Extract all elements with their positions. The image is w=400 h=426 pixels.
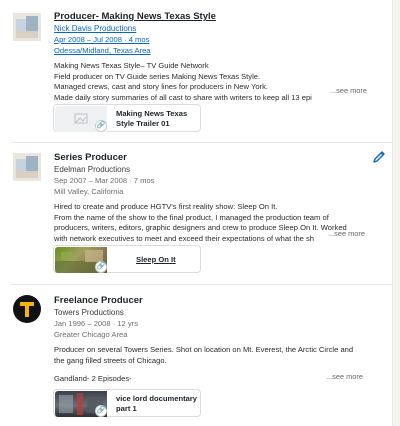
link-icon: 🔗 xyxy=(95,120,107,132)
media-title[interactable]: Sleep On It xyxy=(136,255,176,265)
media-title-line: Style Trailer 01 xyxy=(116,119,170,128)
location: Mill Valley, California xyxy=(54,187,124,196)
media-title: vice lord documentary part 1 xyxy=(116,394,197,414)
experience-section: Producer- Making News Texas Style Nick D… xyxy=(0,0,400,426)
pencil-icon[interactable] xyxy=(372,150,386,164)
position-title: Series Producer xyxy=(54,152,127,163)
media-title-line: Sleep On It xyxy=(136,255,176,264)
media-title-line: part 1 xyxy=(116,404,137,413)
description-line: Made daily story summaries of all cast t… xyxy=(54,92,312,102)
description-line: the gang filled streets of Chicago. xyxy=(54,355,167,365)
see-more-link[interactable]: ...see more xyxy=(330,86,367,95)
description-line: with network executives to meet and exce… xyxy=(54,233,315,243)
see-more-link[interactable]: ...see more xyxy=(328,229,365,238)
media-attachment[interactable]: 🔗 vice lord documentary part 1 xyxy=(53,389,201,417)
company-name: Edelman Productions xyxy=(54,165,131,174)
media-attachment[interactable]: 🔗 Sleep On It xyxy=(53,245,201,273)
date-range[interactable]: Apr 2008 – Jul 2008 · 4 mos xyxy=(54,34,388,45)
edit-icon xyxy=(373,151,385,163)
description-line: Making News Texas Style– TV Guide Networ… xyxy=(54,61,209,70)
description-line: Field producer on TV Guide series Making… xyxy=(54,71,261,81)
company-placeholder-icon xyxy=(13,153,41,181)
position-title: Freelance Producer xyxy=(54,295,143,306)
media-attachment[interactable]: 🔗 Making News Texas Style Trailer 01 xyxy=(53,104,201,132)
media-title-line: Making News Texas xyxy=(116,109,188,118)
company-placeholder-icon xyxy=(13,13,41,41)
divider xyxy=(10,284,392,285)
link-icon: 🔗 xyxy=(95,405,107,417)
description: Making News Texas Style– TV Guide Networ… xyxy=(54,61,388,103)
position-title[interactable]: Producer- Making News Texas Style xyxy=(54,11,388,23)
description-line: Producer on several Towers Series. Shot … xyxy=(54,345,354,354)
company-name: Towers Productions xyxy=(54,308,124,317)
see-more-link[interactable]: ...see more xyxy=(326,372,363,381)
towers-logo-icon xyxy=(13,295,41,323)
media-title-line: vice lord documentary xyxy=(116,394,198,403)
divider xyxy=(10,142,392,143)
company-logo-placeholder[interactable] xyxy=(13,153,41,181)
location[interactable]: Odessa/Midland, Texas Area xyxy=(54,45,388,56)
date-range: Sep 2007 – Mar 2008 · 7 mos xyxy=(54,176,155,185)
scroll-gutter xyxy=(392,0,400,426)
towers-t-logo[interactable] xyxy=(13,295,41,323)
link-icon: 🔗 xyxy=(95,261,107,273)
date-range: Jan 1996 – 2008 · 12 yrs xyxy=(54,319,139,328)
description-line: Hired to create and produce HGTV's first… xyxy=(54,202,278,211)
company-logo-placeholder[interactable] xyxy=(13,13,41,41)
description-line: From the name of the show to the final p… xyxy=(54,212,329,222)
company-name[interactable]: Nick Davis Productions xyxy=(54,23,388,34)
media-title: Making News Texas Style Trailer 01 xyxy=(116,109,187,129)
location: Greater Chicago Area xyxy=(54,330,128,339)
